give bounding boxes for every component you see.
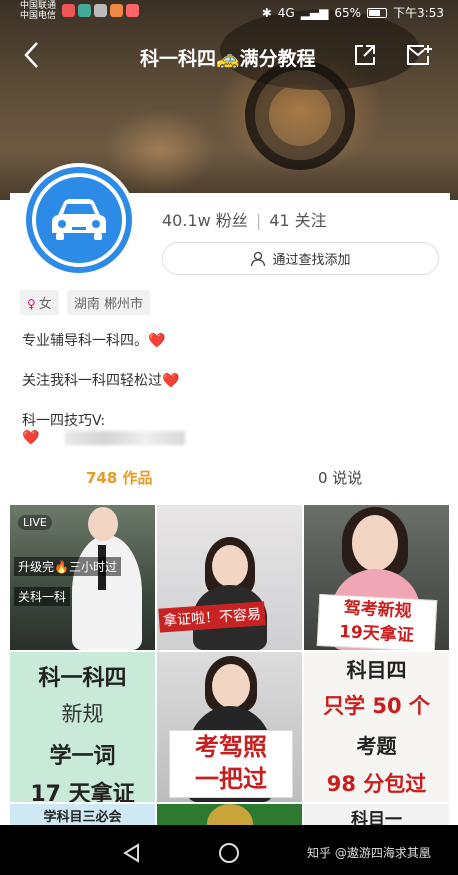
video-tile[interactable]: 科目四 只学 50 个 考题 98 分包过 [304,652,449,802]
battery-percent: 65% [334,5,362,20]
video-tile[interactable]: 拿证啦！不容易 [157,505,302,650]
following-count[interactable]: 41 关注 [269,211,326,230]
app-icon [110,4,123,17]
status-bar: 中国联通 中国电信 ✱ 4G ▂▄▆ 65% 下午3:53 [0,0,458,22]
phone-screen: 中国联通 中国电信 ✱ 4G ▂▄▆ 65% 下午3:53 科一科四🚕满分教程 [0,0,458,875]
mail-add-icon [407,45,432,65]
video-title-line: 17 天拿证 [30,782,135,802]
bio-line-3: 科一四技巧V: [22,413,106,429]
bio-line-1: 专业辅导科一科四。❤️ [22,333,166,349]
tab-posts[interactable]: 0 说说 [318,467,362,488]
video-tile[interactable]: LIVE 升级完🔥三小时过 关科一科 [10,505,155,650]
video-title-line: 新规 [61,702,104,726]
follow-stats: 40.1w 粉丝 | 41 关注 [162,207,327,231]
woman-face [212,545,248,587]
message-button[interactable] [406,44,432,66]
tab-works[interactable]: 748 作品 [86,467,153,488]
woman-face [212,664,250,708]
instructor-face [88,507,118,541]
video-title-line: 学一词 [49,744,116,769]
video-grid: LIVE 升级完🔥三小时过 关科一科 拿证啦！不容易 驾考新规 19天拿证 科一… [10,505,450,825]
video-tile[interactable]: 科目一 [304,804,449,825]
video-tile[interactable]: 科一科四 新规 学一词 17 天拿证 [10,652,155,802]
avatar-image [26,167,132,273]
signal-icon: ▂▄▆ [300,5,329,20]
bio-line-4: ❤️ [22,430,186,446]
watermark: 知乎 @遨游四海求其凰 [307,846,431,860]
gender-label: 女 [38,297,52,312]
video-tile[interactable]: 驾考新规 19天拿证 [304,505,449,650]
woman-face [352,515,398,571]
share-button[interactable] [353,43,377,67]
blurred-contact [65,431,186,445]
video-caption: 关科一科 [14,587,71,606]
back-button[interactable] [22,40,40,76]
cover-wheel [245,60,355,170]
emblem-icon [207,804,253,825]
bio-line-2: 关注我科一科四轻松过❤️ [22,373,180,389]
bluetooth-icon: ✱ [261,5,272,20]
content-tabs: 748 作品 0 说说 [0,467,458,491]
clock: 下午3:53 [393,6,444,20]
car-icon [52,199,106,240]
video-tile[interactable]: 考驾照 一把过 [157,652,302,802]
sign-line: 19天拿证 [338,622,415,646]
video-title-line: 只学 50 个 [323,694,430,718]
divider: | [255,211,262,230]
video-title-line: 学科目三必会 [43,810,122,825]
carrier-info: 中国联通 中国电信 [20,1,56,21]
network-type: 4G [277,5,295,20]
battery-icon [367,7,388,18]
carrier-2: 中国电信 [20,11,57,21]
avatar[interactable] [22,163,136,277]
video-title-line: 98 分包过 [326,772,427,796]
profile-tags: ♀ 女 湖南 郴州市 [20,290,150,315]
app-icon [78,4,91,17]
app-icon [62,4,75,17]
carrier-1: 中国联通 [20,1,57,11]
back-arrow-icon [24,42,38,68]
status-right: ✱ 4G ▂▄▆ 65% 下午3:53 [262,4,444,21]
video-tile[interactable]: 学科目三必会 [10,804,155,825]
live-badge: LIVE [18,515,52,530]
gender-tag: ♀ 女 [20,290,59,315]
sign-board: 驾考新规 19天拿证 [316,593,438,650]
video-title-line: 科目四 [346,658,407,682]
female-icon: ♀ [27,297,36,311]
message-icon [94,4,107,17]
video-tile[interactable] [157,804,302,825]
video-caption: 升级完🔥三小时过 [14,557,121,576]
user-icon [251,251,266,266]
add-friend-button[interactable]: 通过查找添加 [162,242,439,275]
sign-line: 考驾照 [195,733,267,761]
system-nav-bar: 知乎 @遨游四海求其凰 [0,825,458,875]
sign-board: 考驾照 一把过 [169,730,293,798]
video-title-line: 科目一 [351,810,402,825]
add-friend-label: 通过查找添加 [272,253,351,268]
region-tag: 湖南 郴州市 [66,290,150,315]
bio-line-4-text: ❤️ [22,430,40,446]
instructor-figure [72,535,142,650]
top-nav: 科一科四🚕满分教程 [0,36,458,76]
sign-line: 一把过 [195,765,267,793]
page-title: 科一科四🚕满分教程 [140,48,316,70]
video-title-line: 考题 [356,734,397,758]
video-title-line: 科一科四 [38,666,127,691]
system-back-icon[interactable] [122,843,142,863]
share-icon [355,45,375,65]
notification-icons [62,4,139,17]
system-home-icon[interactable] [219,843,239,863]
app-icon [126,4,139,17]
followers-count[interactable]: 40.1w 粉丝 [162,211,248,230]
